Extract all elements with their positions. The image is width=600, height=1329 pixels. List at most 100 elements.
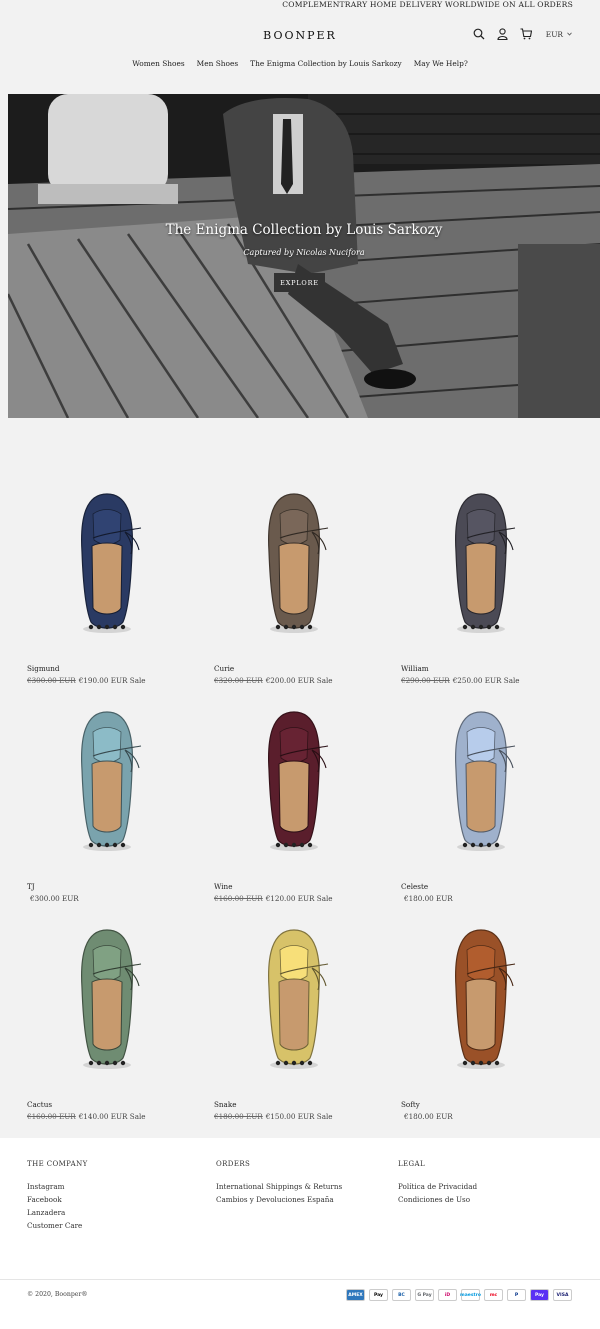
shoe-vamp (92, 727, 122, 763)
product-price: €300.00 EUR (27, 894, 79, 903)
explore-button[interactable]: EXPLORE (274, 273, 325, 292)
shoe-grip-pebble (88, 1060, 94, 1066)
shoe-grip-pebble (120, 624, 126, 630)
product-price: €180.00 EUR (401, 894, 453, 903)
shoe-grip-pebble (299, 624, 305, 630)
copyright: © 2020, Boonper® (27, 1291, 88, 1298)
product-image[interactable] (27, 490, 207, 640)
product-image[interactable] (401, 926, 581, 1076)
shoe-grip-pebble (112, 842, 118, 848)
shoe-grip-pebble (120, 1060, 126, 1066)
shoe-grip-pebble (283, 842, 289, 848)
regular-price: €180.00 EUR (404, 894, 453, 903)
shoe-grip-pebble (120, 842, 126, 848)
payment-icon: iD (438, 1289, 457, 1301)
footer-link-privacy[interactable]: Política de Privacidad (398, 1180, 477, 1193)
search-icon[interactable] (473, 28, 485, 40)
shoe-grip-pebble (112, 1060, 118, 1066)
shoe-vamp (92, 945, 122, 981)
product-price: €160.00 EUR €120.00 EUR Sale (214, 894, 333, 903)
footer-link-cambios[interactable]: Cambios y Devoluciones España (216, 1193, 342, 1206)
compare-price: €180.00 EUR (214, 1112, 263, 1121)
product-image[interactable] (27, 926, 207, 1076)
shoe-insole (465, 542, 497, 615)
product-image[interactable] (214, 926, 394, 1076)
shoe-vamp (279, 727, 309, 763)
shoe-grip-pebble (470, 624, 476, 630)
sale-label: Sale (129, 1112, 146, 1121)
shoe-grip-pebble (486, 624, 492, 630)
nav-enigma-collection[interactable]: The Enigma Collection by Louis Sarkozy (250, 59, 402, 68)
account-icon[interactable] (497, 28, 508, 40)
shoe-grip-pebble (291, 842, 297, 848)
footer-link-facebook[interactable]: Facebook (27, 1193, 88, 1206)
sale-label: Sale (316, 894, 333, 903)
sale-label: Sale (503, 676, 520, 685)
compare-price: €320.00 EUR (214, 676, 263, 685)
compare-price: €160.00 EUR (214, 894, 263, 903)
footer-link-terms[interactable]: Condiciones de Uso (398, 1193, 477, 1206)
footer-link-customer-care[interactable]: Customer Care (27, 1219, 88, 1232)
product-name[interactable]: William (401, 664, 429, 673)
payment-icon: mc (484, 1289, 503, 1301)
shoe-insole (278, 542, 310, 615)
shoe-grip-pebble (299, 1060, 305, 1066)
cart-icon[interactable] (520, 28, 532, 40)
product-image[interactable] (27, 708, 207, 858)
hero-title: The Enigma Collection by Louis Sarkozy (165, 222, 443, 238)
payment-icon: Pay (530, 1289, 549, 1301)
footer-link-lanzadera[interactable]: Lanzadera (27, 1206, 88, 1219)
product-image[interactable] (401, 490, 581, 640)
shoe-vamp (279, 509, 309, 545)
footer-link-instagram[interactable]: Instagram (27, 1180, 88, 1193)
chevron-down-icon (567, 32, 572, 36)
footer-heading: THE COMPANY (27, 1160, 88, 1168)
product-image[interactable] (214, 708, 394, 858)
shoe-grip-pebble (307, 842, 313, 848)
product-name[interactable]: Softy (401, 1100, 420, 1109)
shoe-grip-pebble (283, 1060, 289, 1066)
footer-orders: ORDERS International Shippings & Returns… (216, 1160, 342, 1206)
shoe-grip-pebble (478, 842, 484, 848)
shoe-grip-pebble (96, 842, 102, 848)
sale-price: €150.00 EUR (265, 1112, 315, 1121)
shoe-insole (91, 978, 123, 1051)
product-name[interactable]: TJ (27, 882, 35, 891)
compare-price: €300.00 EUR (27, 676, 76, 685)
shoe-grip-pebble (275, 1060, 281, 1066)
nav-women-shoes[interactable]: Women Shoes (132, 59, 184, 68)
product-name[interactable]: Celeste (401, 882, 428, 891)
shoe-grip-pebble (104, 624, 110, 630)
nav-help[interactable]: May We Help? (414, 59, 468, 68)
shoe-grip-pebble (275, 842, 281, 848)
shoe-grip-pebble (291, 624, 297, 630)
product-name[interactable]: Cactus (27, 1100, 52, 1109)
product-name[interactable]: Wine (214, 882, 232, 891)
shoe-grip-pebble (299, 842, 305, 848)
footer-link-shippings[interactable]: International Shippings & Returns (216, 1180, 342, 1193)
sale-label: Sale (316, 1112, 333, 1121)
payment-icon: VISA (553, 1289, 572, 1301)
shoe-grip-pebble (486, 1060, 492, 1066)
shoe-vamp (466, 945, 496, 981)
product-name[interactable]: Curie (214, 664, 234, 673)
compare-price: €290.00 EUR (401, 676, 450, 685)
product-image[interactable] (401, 708, 581, 858)
nav-men-shoes[interactable]: Men Shoes (197, 59, 239, 68)
product-image[interactable] (214, 490, 394, 640)
shoe-grip-pebble (470, 842, 476, 848)
shoe-grip-pebble (307, 624, 313, 630)
payment-icons: AMEX Pay BC G Pay iD maestro mc P Pay VISA (346, 1289, 572, 1301)
product-name[interactable]: Sigmund (27, 664, 60, 673)
shoe-grip-pebble (283, 624, 289, 630)
payment-icon: G Pay (415, 1289, 434, 1301)
shoe-grip-pebble (88, 842, 94, 848)
site-footer: THE COMPANY Instagram Facebook Lanzadera… (0, 1138, 600, 1329)
hero-banner: The Enigma Collection by Louis Sarkozy C… (8, 94, 600, 418)
currency-selector[interactable]: EUR (546, 30, 572, 39)
shoe-vamp (466, 509, 496, 545)
footer-heading: LEGAL (398, 1160, 426, 1168)
product-name[interactable]: Snake (214, 1100, 236, 1109)
sale-label: Sale (316, 676, 333, 685)
shoe-grip-pebble (291, 1060, 297, 1066)
